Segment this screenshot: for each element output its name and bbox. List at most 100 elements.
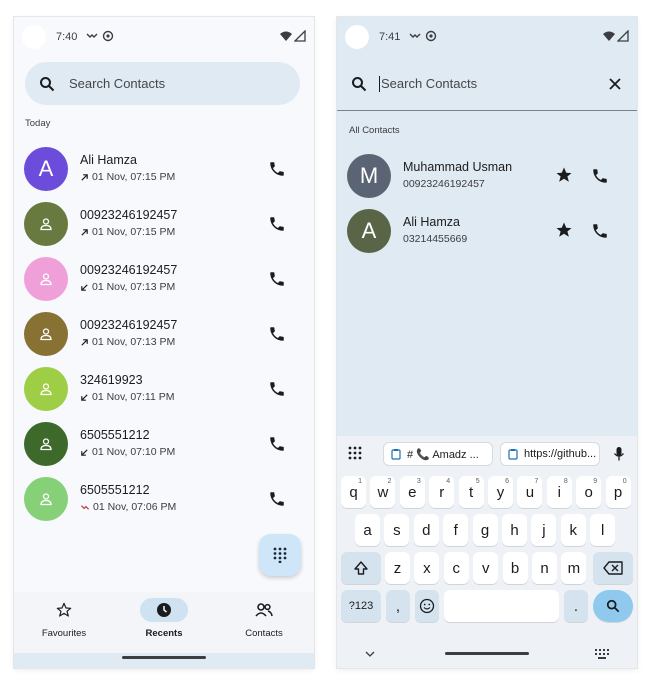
key-b[interactable]: b [502,552,528,584]
key-c[interactable]: c [443,552,469,584]
key-d[interactable]: d [413,514,439,546]
key-q[interactable]: q1 [341,476,366,508]
call-time: 01 Nov, 07:06 PM [93,501,177,513]
key-i[interactable]: i8 [546,476,572,508]
call-info: 01 Nov, 07:11 PM [80,391,175,403]
key-l[interactable]: l [590,514,616,546]
avatar[interactable]: A [24,147,68,191]
microphone-icon[interactable] [613,446,625,462]
key-t[interactable]: t5 [458,476,484,508]
key-r[interactable]: r4 [429,476,455,508]
clipboard-chip-2[interactable]: https://github... [500,442,600,466]
key-k[interactable]: k [560,514,586,546]
search-contacts-input[interactable]: Search Contacts [337,57,637,111]
key-z[interactable]: z [385,552,410,584]
keyboard-nav-row [337,642,637,668]
period-key[interactable]: . [564,590,588,622]
avatar[interactable] [24,312,68,356]
star-icon[interactable] [555,166,573,184]
key-e[interactable]: e3 [399,476,425,508]
key-f[interactable]: f [443,514,469,546]
symbols-key[interactable]: ?123 [341,590,381,622]
recent-call-row[interactable]: 00923246192457 01 Nov, 07:13 PM [14,251,314,306]
search-icon [40,76,55,91]
avatar[interactable]: M [347,154,391,198]
contact-row[interactable]: A Ali Hamza 03214455669 [337,203,637,258]
home-gesture-pill[interactable] [122,656,206,659]
avatar[interactable] [24,477,68,521]
key-j[interactable]: j [531,514,557,546]
key-x[interactable]: x [414,552,440,584]
key-o[interactable]: o9 [576,476,602,508]
key-n[interactable]: n [532,552,557,584]
avatar[interactable] [24,422,68,466]
call-icon[interactable] [268,490,286,508]
star-icon[interactable] [555,221,573,239]
key-hint: 9 [593,478,598,485]
key-h[interactable]: h [502,514,527,546]
key-label: t [469,483,474,501]
call-time: 01 Nov, 07:13 PM [92,281,176,293]
call-icon[interactable] [268,435,286,453]
recent-call-row[interactable]: A Ali Hamza 01 Nov, 07:15 PM [14,141,314,196]
dialpad-icon [273,547,287,563]
close-icon[interactable] [607,76,623,92]
key-a[interactable]: a [355,514,380,546]
home-gesture-pill[interactable] [445,652,529,655]
contact-phone: 03214455669 [403,233,468,245]
shift-key[interactable] [341,552,381,584]
status-icons [603,30,629,42]
caller-name: 00923246192457 [80,318,178,332]
keyboard-switch-icon[interactable] [595,649,609,659]
person-icon [40,438,52,451]
avatar[interactable] [24,202,68,246]
call-icon[interactable] [268,215,286,233]
chevron-down-icon[interactable] [365,650,375,658]
key-p[interactable]: p0 [605,476,631,508]
call-icon[interactable] [591,222,609,240]
people-icon [255,603,273,617]
call-icon[interactable] [268,380,286,398]
nav-recents[interactable]: Recents [114,598,214,639]
nav-contacts[interactable]: Contacts [214,598,314,639]
space-key[interactable] [444,590,559,622]
clipboard-chip-1[interactable]: # 📞 Amadz ... [383,442,493,466]
recent-call-row[interactable]: 00923246192457 01 Nov, 07:15 PM [14,196,314,251]
key-s[interactable]: s [384,514,410,546]
key-w[interactable]: w2 [370,476,396,508]
search-placeholder: Search Contacts [69,76,166,91]
recent-call-row[interactable]: 6505551212 01 Nov, 07:06 PM [14,471,314,526]
avatar[interactable] [24,367,68,411]
search-action-key[interactable] [593,590,633,622]
recent-call-row[interactable]: 00923246192457 01 Nov, 07:13 PM [14,306,314,361]
keyboard-apps-button[interactable] [343,440,367,466]
nav-favourites-label: Favourites [41,628,87,639]
key-m[interactable]: m [561,552,587,584]
contact-row[interactable]: M Muhammad Usman 00923246192457 [337,148,637,203]
call-icon[interactable] [268,270,286,288]
call-icon[interactable] [591,167,609,185]
search-contacts-bar[interactable]: Search Contacts [25,62,300,105]
signal-icon [294,30,306,42]
key-g[interactable]: g [472,514,498,546]
call-icon[interactable] [268,160,286,178]
backspace-key[interactable] [593,552,633,584]
comma-key[interactable]: , [386,590,410,622]
recent-call-row[interactable]: 324619923 01 Nov, 07:11 PM [14,361,314,416]
status-bar: 7:40 [14,17,314,57]
incoming-call-icon [81,393,88,401]
key-y[interactable]: y6 [488,476,513,508]
dialpad-fab[interactable] [259,534,301,576]
emoji-key[interactable] [415,590,439,622]
recent-call-row[interactable]: 6505551212 01 Nov, 07:10 PM [14,416,314,471]
avatar[interactable]: A [347,209,391,253]
key-hint: 1 [358,478,362,485]
nav-favourites[interactable]: Favourites [14,598,114,639]
call-icon[interactable] [268,325,286,343]
nav-contacts-label: Contacts [245,628,283,639]
avatar[interactable] [24,257,68,301]
emoji-icon [419,598,435,614]
missed-call-status-icon [409,33,421,38]
key-u[interactable]: u7 [517,476,543,508]
key-v[interactable]: v [473,552,499,584]
